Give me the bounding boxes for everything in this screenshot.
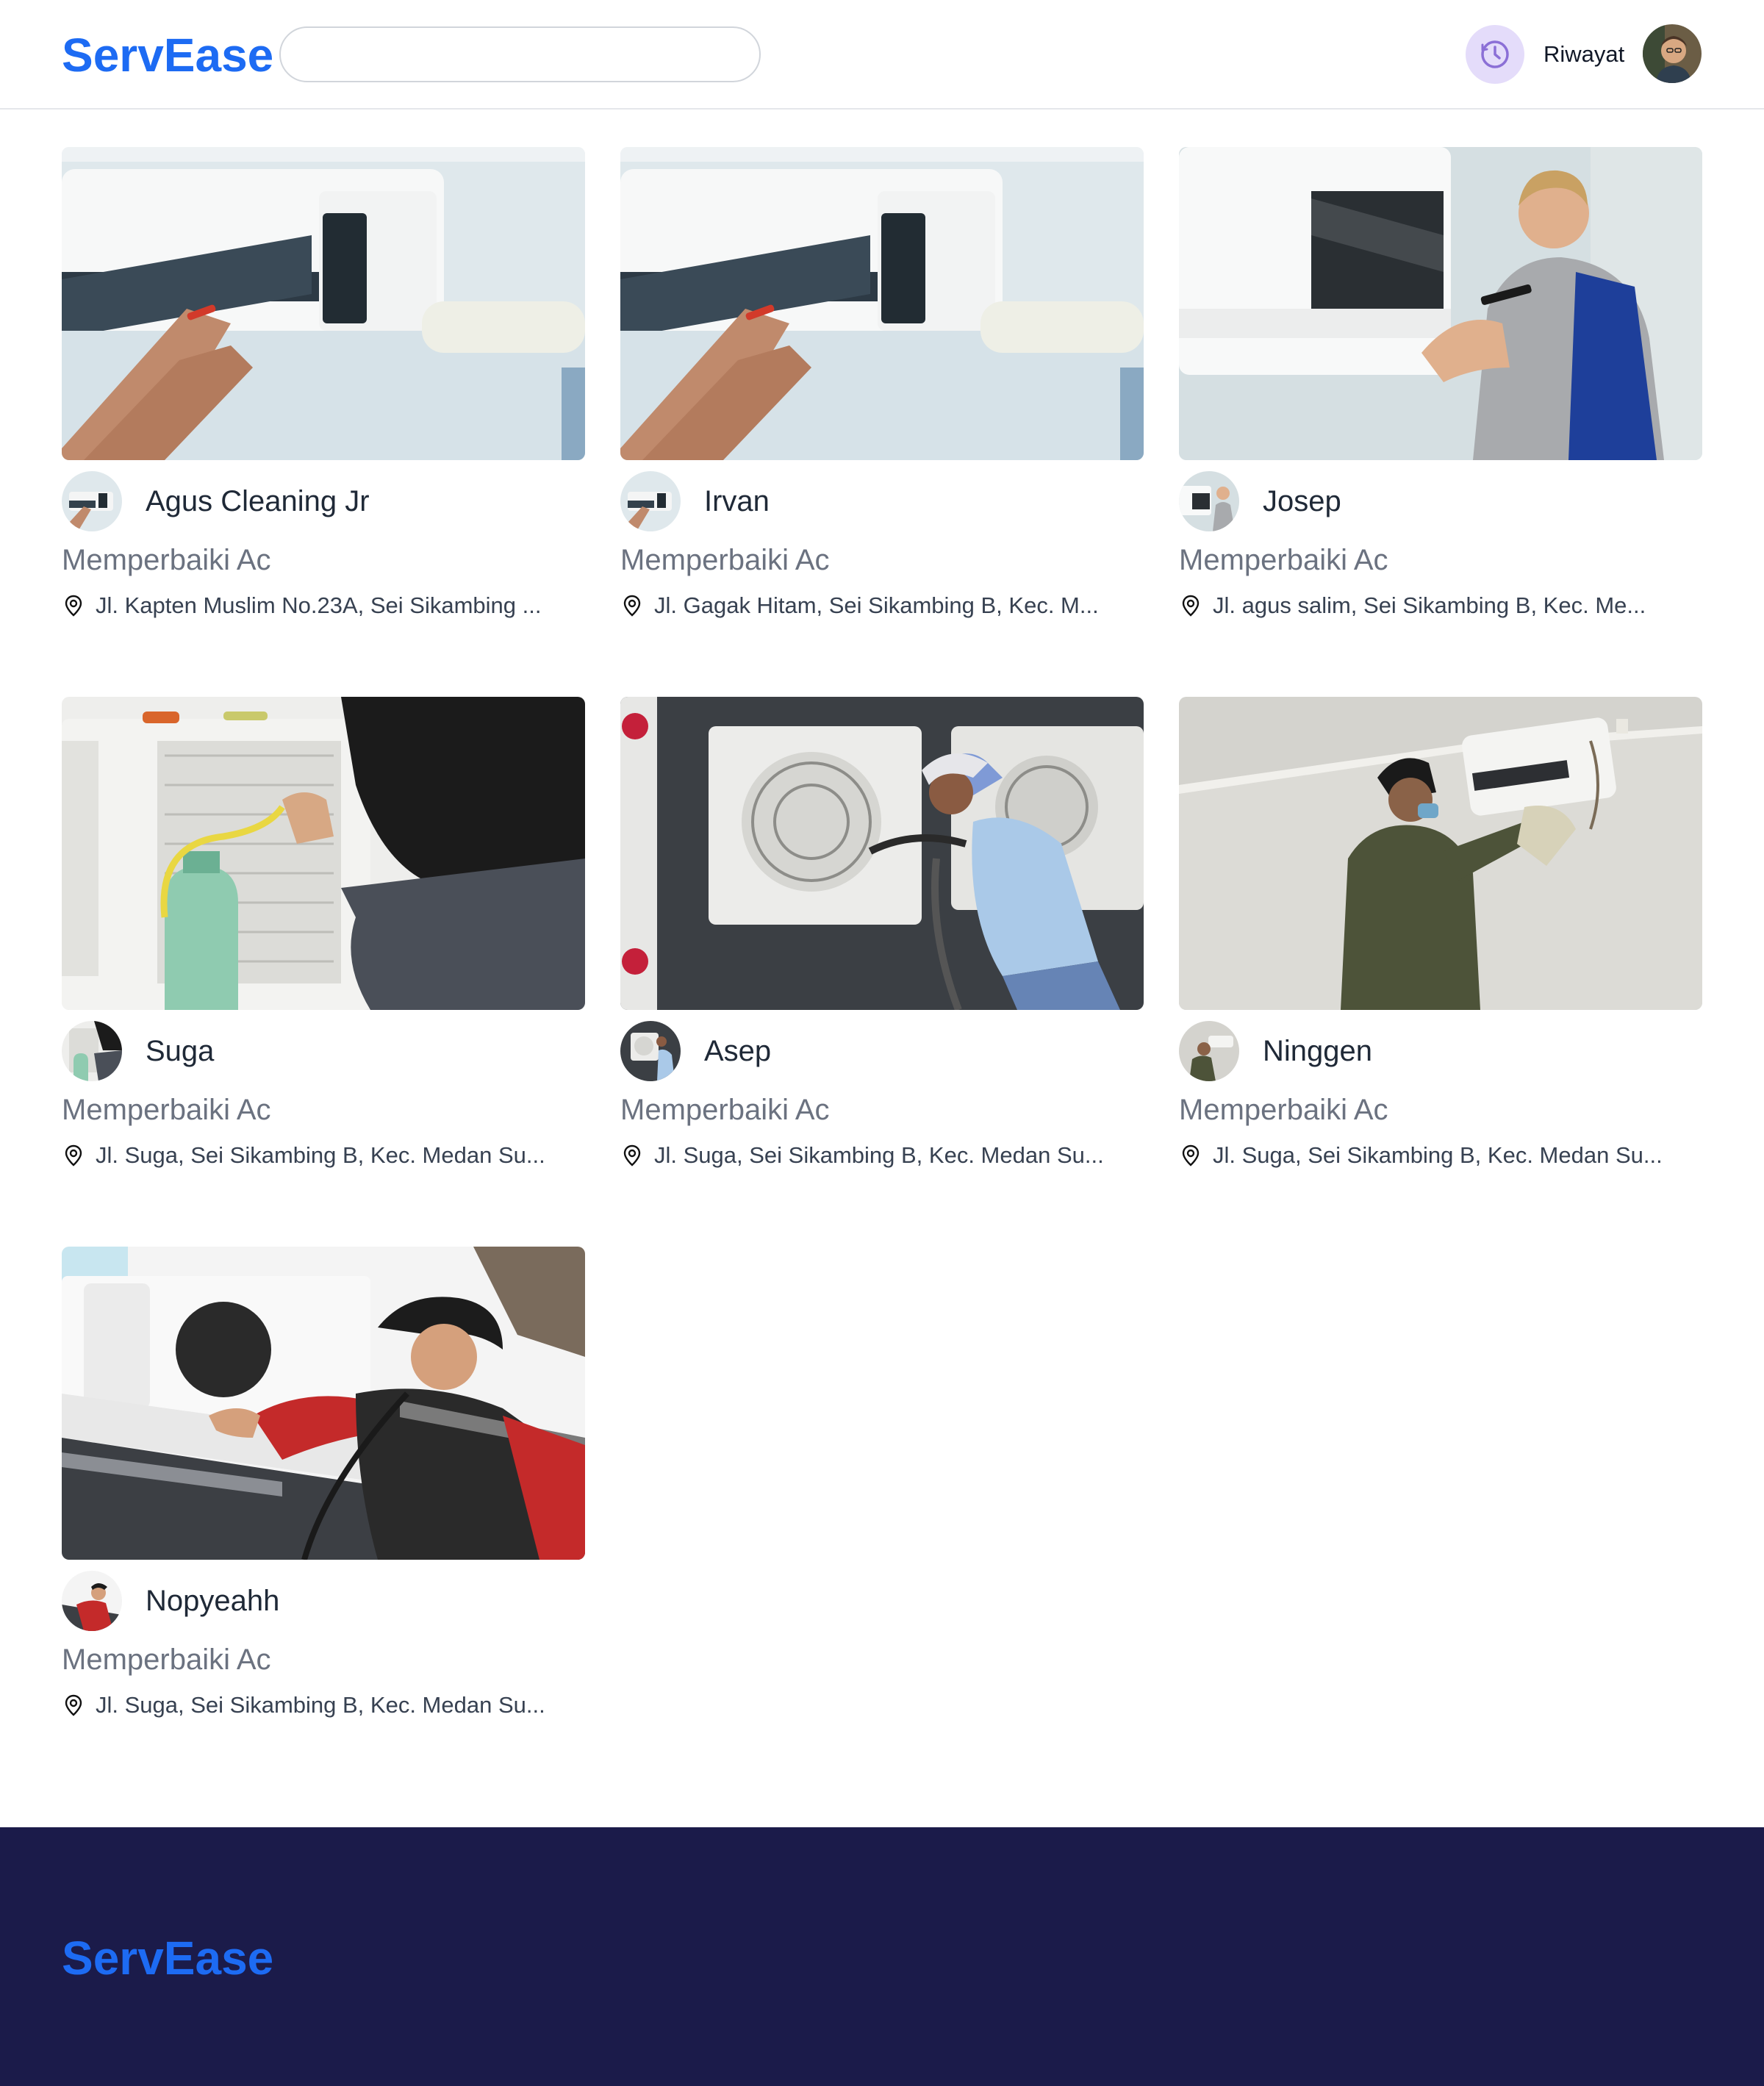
- provider-avatar: [620, 471, 681, 531]
- service-photo: [1179, 697, 1702, 1010]
- provider-header: Nopyeahh: [62, 1571, 279, 1631]
- provider-avatar: [620, 1021, 681, 1081]
- service-photo: [620, 697, 1144, 1010]
- address-row: Jl. Suga, Sei Sikambing B, Kec. Medan Su…: [620, 1142, 1144, 1169]
- address-text: Jl. Gagak Hitam, Sei Sikambing B, Kec. M…: [654, 592, 1099, 618]
- address-row: Jl. agus salim, Sei Sikambing B, Kec. Me…: [1179, 592, 1702, 619]
- address-text: Jl. Suga, Sei Sikambing B, Kec. Medan Su…: [96, 1692, 545, 1718]
- provider-avatar: [62, 1571, 122, 1631]
- address-text: Jl. agus salim, Sei Sikambing B, Kec. Me…: [1213, 592, 1646, 618]
- service-photo: [62, 1247, 585, 1560]
- footer: ServEase: [0, 1827, 1764, 2086]
- service-type: Memperbaiki Ac: [62, 1644, 271, 1676]
- location-pin-icon: [1182, 1144, 1200, 1166]
- provider-header: Ninggen: [1179, 1021, 1372, 1081]
- provider-card[interactable]: Asep Memperbaiki Ac Jl. Suga, Sei Sikamb…: [620, 697, 1144, 1176]
- address-row: Jl. Gagak Hitam, Sei Sikambing B, Kec. M…: [620, 592, 1144, 619]
- service-type: Memperbaiki Ac: [62, 544, 271, 576]
- location-pin-icon: [1182, 595, 1200, 617]
- location-pin-icon: [65, 1694, 82, 1716]
- provider-name: Nopyeahh: [146, 1584, 280, 1617]
- location-pin-icon: [65, 595, 82, 617]
- search-input[interactable]: [279, 26, 761, 82]
- service-type: Memperbaiki Ac: [1179, 544, 1388, 576]
- address-row: Jl. Suga, Sei Sikambing B, Kec. Medan Su…: [62, 1142, 585, 1169]
- top-navbar: ServEase Riwayat: [0, 0, 1764, 110]
- provider-header: Josep: [1179, 471, 1341, 531]
- service-type: Memperbaiki Ac: [620, 544, 830, 576]
- history-label: Riwayat: [1544, 41, 1625, 67]
- provider-card[interactable]: Ninggen Memperbaiki Ac Jl. Suga, Sei Sik…: [1179, 697, 1702, 1176]
- footer-logo[interactable]: ServEase: [62, 1931, 273, 1985]
- address-text: Jl. Suga, Sei Sikambing B, Kec. Medan Su…: [654, 1142, 1104, 1168]
- provider-name: Suga: [146, 1034, 215, 1067]
- location-pin-icon: [623, 1144, 641, 1166]
- provider-name: Asep: [704, 1034, 772, 1067]
- service-type: Memperbaiki Ac: [620, 1094, 830, 1126]
- provider-avatar: [62, 1021, 122, 1081]
- location-pin-icon: [65, 1144, 82, 1166]
- address-row: Jl. Suga, Sei Sikambing B, Kec. Medan Su…: [1179, 1142, 1702, 1169]
- provider-header: Irvan: [620, 471, 770, 531]
- provider-card[interactable]: Agus Cleaning Jr Memperbaiki Ac Jl. Kapt…: [62, 147, 585, 626]
- provider-avatar: [1179, 471, 1239, 531]
- service-photo: [1179, 147, 1702, 460]
- provider-name: Irvan: [704, 484, 770, 517]
- clock-icon: [1466, 25, 1524, 84]
- service-photo: [62, 697, 585, 1010]
- address-row: Jl. Suga, Sei Sikambing B, Kec. Medan Su…: [62, 1692, 585, 1718]
- provider-avatar: [62, 471, 122, 531]
- provider-name: Josep: [1263, 484, 1341, 517]
- provider-header: Asep: [620, 1021, 771, 1081]
- service-type: Memperbaiki Ac: [1179, 1094, 1388, 1126]
- provider-avatar: [1179, 1021, 1239, 1081]
- address-text: Jl. Suga, Sei Sikambing B, Kec. Medan Su…: [1213, 1142, 1663, 1168]
- address-row: Jl. Kapten Muslim No.23A, Sei Sikambing …: [62, 592, 585, 619]
- provider-name: Agus Cleaning Jr: [146, 484, 370, 517]
- service-photo: [62, 147, 585, 460]
- provider-grid: Agus Cleaning Jr Memperbaiki Ac Jl. Kapt…: [62, 147, 1702, 1726]
- provider-card[interactable]: Josep Memperbaiki Ac Jl. agus salim, Sei…: [1179, 147, 1702, 626]
- provider-card[interactable]: Nopyeahh Memperbaiki Ac Jl. Suga, Sei Si…: [62, 1247, 585, 1726]
- history-button[interactable]: Riwayat: [1466, 25, 1624, 84]
- provider-header: Agus Cleaning Jr: [62, 471, 370, 531]
- address-text: Jl. Kapten Muslim No.23A, Sei Sikambing …: [96, 592, 542, 618]
- service-photo: [620, 147, 1144, 460]
- provider-card[interactable]: Suga Memperbaiki Ac Jl. Suga, Sei Sikamb…: [62, 697, 585, 1176]
- address-text: Jl. Suga, Sei Sikambing B, Kec. Medan Su…: [96, 1142, 545, 1168]
- provider-name: Ninggen: [1263, 1034, 1373, 1067]
- service-type: Memperbaiki Ac: [62, 1094, 271, 1126]
- provider-header: Suga: [62, 1021, 214, 1081]
- logo[interactable]: ServEase: [62, 28, 273, 82]
- location-pin-icon: [623, 595, 641, 617]
- provider-card[interactable]: Irvan Memperbaiki Ac Jl. Gagak Hitam, Se…: [620, 147, 1144, 626]
- user-avatar[interactable]: [1643, 24, 1702, 83]
